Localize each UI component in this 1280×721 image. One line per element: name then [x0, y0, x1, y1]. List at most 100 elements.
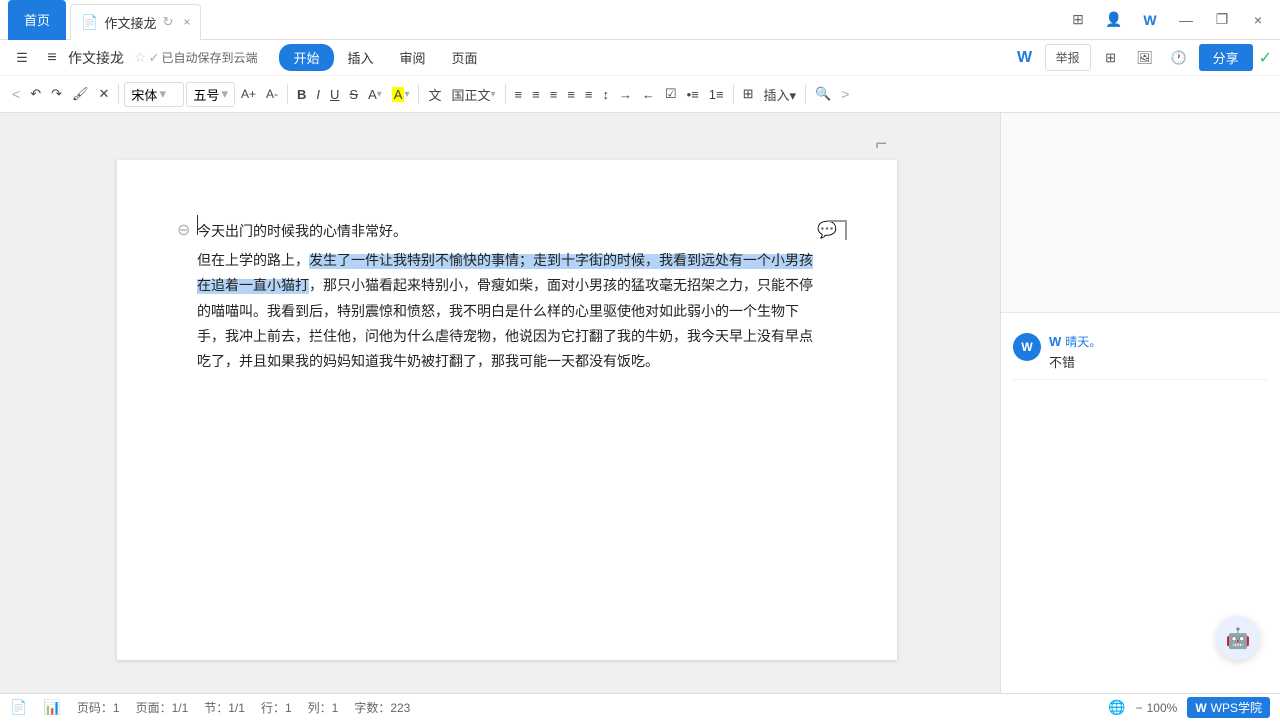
char-spacing-button[interactable]: 文 — [424, 81, 445, 107]
zoom-control[interactable]: − 100% — [1136, 701, 1178, 715]
grid-view-button[interactable]: ⊞ — [1064, 6, 1092, 34]
sidebar-left — [0, 113, 14, 693]
wps-academy-button[interactable]: W WPS学院 — [1187, 697, 1270, 718]
align-center-button[interactable]: ≡ — [528, 81, 544, 107]
bold-button[interactable]: B — [293, 81, 310, 107]
minimize-button[interactable]: — — [1172, 6, 1200, 34]
separator-4 — [505, 84, 506, 104]
zoom-out-button[interactable]: − — [1136, 701, 1143, 715]
comment-avatar-icon: W — [1021, 340, 1032, 354]
wps-academy-logo: W — [1195, 701, 1206, 715]
word-count-label: 字数：223 — [354, 699, 410, 716]
font-name-arrow: ▾ — [159, 86, 166, 102]
underline-button[interactable]: U — [326, 81, 343, 107]
share-button[interactable]: 分享 — [1199, 44, 1253, 71]
checklist-button[interactable]: ☑ — [661, 81, 681, 107]
font-size-arrow: ▾ — [221, 86, 228, 102]
tab-page[interactable]: 页面 — [440, 44, 490, 71]
sidebar-right: W W 晴天。 不错 🤖 — [1000, 113, 1280, 693]
page-number-label: 页码：1 — [77, 699, 120, 716]
doc-content[interactable]: 今天出门的时候我的心情非常好。 但在上学的路上，发生了一件让我特别不愉快的事情；… — [197, 220, 817, 375]
star-icon[interactable]: ☆ — [134, 49, 147, 66]
font-size-label: 五号 — [193, 85, 219, 104]
toolbar-prev-button[interactable]: < — [8, 84, 24, 104]
view-mode-icon[interactable]: 📄 — [10, 699, 27, 716]
doc-tab-refresh[interactable]: ↻ — [162, 14, 173, 30]
separator-5 — [733, 84, 734, 104]
clear-format-button[interactable]: ✕ — [95, 81, 114, 107]
indent-increase-button[interactable]: → — [615, 81, 636, 107]
report-button[interactable]: 举报 — [1045, 44, 1091, 71]
doc-title: 作文接龙 — [68, 48, 124, 68]
find-button[interactable]: 🔍 — [811, 81, 835, 107]
tab-review[interactable]: 审阅 — [388, 44, 438, 71]
pages-label: 页面：1/1 — [136, 699, 189, 716]
language-icon[interactable]: 🌐 — [1108, 699, 1125, 716]
doc-list-button[interactable]: ≡ — [38, 44, 66, 72]
font-size-increase-button[interactable]: A+ — [237, 81, 260, 107]
menu-tabs: 开始 插入 审阅 页面 — [279, 44, 489, 71]
title-bar-right: ⊞ 👤 W — ❐ × — [1064, 6, 1272, 34]
bullet-list-button[interactable]: •≡ — [683, 81, 703, 107]
format-bar: < ↶ ↷ 🖌 ✕ 宋体 ▾ 五号 ▾ A+ A- B I U S A ▾ A … — [0, 76, 1280, 112]
line-spacing-button[interactable]: ↕ — [599, 81, 614, 107]
toolbar-next-button[interactable]: > — [837, 84, 853, 104]
layout-mode-icon[interactable]: 📊 — [43, 699, 60, 716]
italic-button[interactable]: I — [312, 81, 324, 107]
separator-6 — [805, 84, 806, 104]
separator-1 — [118, 84, 119, 104]
font-size-selector[interactable]: 五号 ▾ — [186, 82, 235, 107]
paragraph-style-button[interactable]: 国正文 ▾ — [447, 81, 499, 107]
document-area[interactable]: ⌐ ⊖ 💬 今天出门的时候我的心情非常好。 但在上学的路上，发生了一件让我特别不… — [14, 113, 1000, 693]
page-corner-decoration — [827, 220, 847, 240]
image-view-button[interactable]: 🖼 — [1131, 44, 1159, 72]
tab-insert[interactable]: 插入 — [336, 44, 386, 71]
sidebar-toggle-button[interactable]: ☰ — [8, 44, 36, 72]
insert-button[interactable]: 插入▾ — [760, 81, 801, 107]
font-color-icon: A — [368, 87, 377, 102]
align-right-button[interactable]: ≡ — [546, 81, 562, 107]
home-tab[interactable]: 首页 — [8, 0, 66, 40]
right-panel-ad — [1001, 113, 1280, 313]
doc-tab-close[interactable]: × — [183, 15, 190, 29]
zoom-level: 100% — [1147, 701, 1178, 715]
doc-page[interactable]: ⊖ 💬 今天出门的时候我的心情非常好。 但在上学的路上，发生了一件让我特别不愉快… — [117, 160, 897, 660]
menu-bar: ☰ ≡ 作文接龙 ☆ ✓ 已自动保存到云端 开始 插入 审阅 页面 W 举报 ⊞… — [0, 40, 1280, 76]
wps-w-icon[interactable]: W — [1011, 44, 1039, 72]
check-icon: ✓ — [1259, 48, 1272, 68]
align-justify-button[interactable]: ≡ — [563, 81, 579, 107]
title-bar-left: 首页 📄 作文接龙 ↻ × — [8, 0, 201, 40]
insert-table-button[interactable]: ⊞ — [739, 81, 758, 107]
right-menu-actions: W 举报 ⊞ 🖼 🕐 分享 ✓ — [1011, 44, 1272, 72]
save-status: 已自动保存到云端 — [161, 49, 257, 66]
indent-decrease-button[interactable]: ← — [638, 81, 659, 107]
wps-academy-label: WPS学院 — [1211, 699, 1262, 716]
strikethrough-button[interactable]: S — [345, 81, 362, 107]
font-name-selector[interactable]: 宋体 ▾ — [124, 82, 184, 107]
separator-3 — [418, 84, 419, 104]
font-color-arrow: ▾ — [377, 89, 382, 100]
font-name-label: 宋体 — [131, 85, 157, 104]
redo-button[interactable]: ↷ — [47, 81, 66, 107]
font-size-decrease-button[interactable]: A- — [262, 81, 282, 107]
wps-button[interactable]: W — [1136, 6, 1164, 34]
font-color-button[interactable]: A ▾ — [364, 81, 386, 107]
doc-tab[interactable]: 📄 作文接龙 ↻ × — [70, 4, 201, 40]
close-button[interactable]: × — [1244, 6, 1272, 34]
view-options-button[interactable]: ⊞ — [1097, 44, 1125, 72]
history-button[interactable]: 🕐 — [1165, 44, 1193, 72]
account-button[interactable]: 👤 — [1100, 6, 1128, 34]
toolbar-area: ☰ ≡ 作文接龙 ☆ ✓ 已自动保存到云端 开始 插入 审阅 页面 W 举报 ⊞… — [0, 40, 1280, 113]
undo-button[interactable]: ↶ — [26, 81, 45, 107]
status-bar: 📄 📊 页码：1 页面：1/1 节：1/1 行：1 列：1 字数：223 🌐 −… — [0, 693, 1280, 721]
ai-assistant-icon[interactable]: 🤖 — [1216, 616, 1260, 660]
align-left-button[interactable]: ≡ — [511, 81, 527, 107]
paint-format-button[interactable]: 🖌 — [68, 81, 93, 107]
comment-author-name: 晴天。 — [1065, 333, 1101, 350]
highlight-button[interactable]: A ▾ — [388, 81, 414, 107]
numbered-list-button[interactable]: 1≡ — [705, 81, 728, 107]
align-distribute-button[interactable]: ≡ — [581, 81, 597, 107]
tab-start[interactable]: 开始 — [279, 44, 333, 71]
restore-button[interactable]: ❐ — [1208, 6, 1236, 34]
section-label: 节：1/1 — [204, 699, 245, 716]
